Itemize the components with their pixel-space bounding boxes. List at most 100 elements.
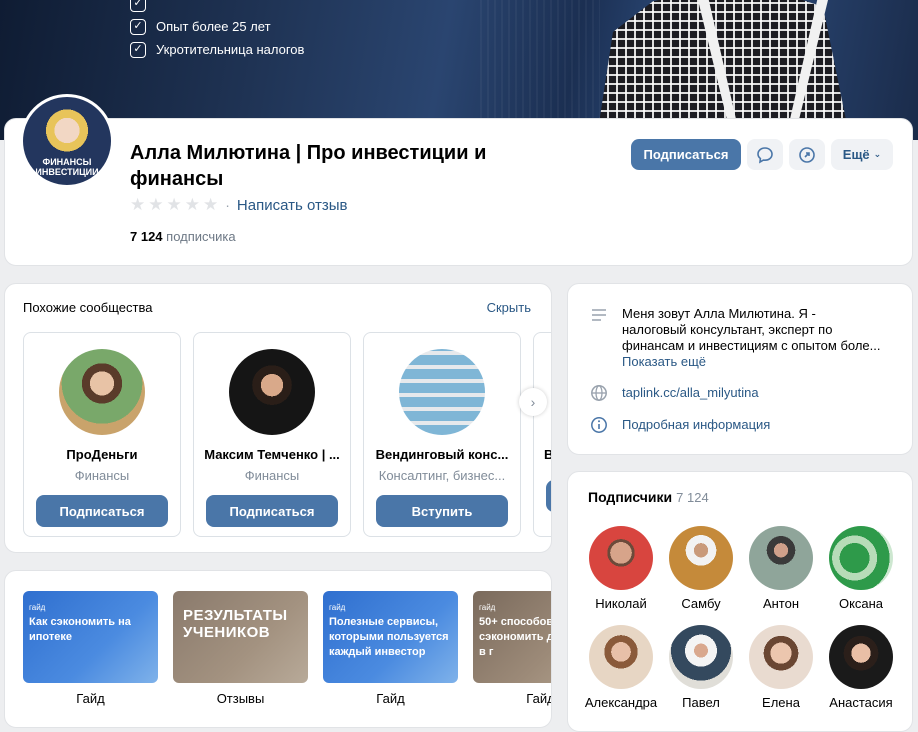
avatar[interactable] <box>749 526 813 590</box>
community-card[interactable]: Максим Темченко | ... Финансы Подписатьс… <box>193 332 351 537</box>
guide-label[interactable]: Гайд <box>23 691 158 706</box>
guide-label[interactable]: Гайд <box>323 691 458 706</box>
follower-item[interactable]: Николай <box>581 526 661 611</box>
follower-name[interactable]: Оксана <box>821 596 901 611</box>
follower-name[interactable]: Александра <box>581 695 661 710</box>
follower-name[interactable]: Елена <box>741 695 821 710</box>
followers-block: Подписчики 7 124 Николай Самбу Антон Окса… <box>567 471 913 732</box>
guide-tag: гайд <box>479 603 496 612</box>
star-icon[interactable]: ★ <box>148 196 163 214</box>
write-review-link[interactable]: Написать отзыв <box>237 197 348 214</box>
rating-row: ★ ★ ★ ★ ★ · Написать отзыв <box>130 196 347 214</box>
avatar[interactable] <box>829 526 893 590</box>
join-button[interactable]: Вступить <box>376 495 508 527</box>
website-link[interactable]: taplink.cc/alla_milyutina <box>622 384 759 402</box>
follower-item[interactable]: Александра <box>581 625 661 710</box>
page-title: Алла Милютина | Про инвестиции и финансы <box>130 142 487 190</box>
check-icon: ✓ <box>130 0 146 12</box>
avatar[interactable] <box>669 526 733 590</box>
follower-name[interactable]: Анастасия <box>821 695 901 710</box>
guide-tag: гайд <box>329 603 346 612</box>
info-icon <box>590 416 608 434</box>
subscribe-button[interactable]: Подписаться <box>36 495 168 527</box>
show-more-link[interactable]: Показать ещё <box>622 354 706 369</box>
guide-item[interactable]: гайд Как сэкономить на ипотеке Гайд <box>23 591 158 706</box>
community-card[interactable]: Вендинговый конс... Консалтинг, бизнес..… <box>363 332 521 537</box>
details-link[interactable]: Подробная информация <box>622 416 770 434</box>
description-text: Меня зовут Алла Милютина. Я - налоговый … <box>622 306 881 353</box>
community-name[interactable]: Максим Темченко | ... <box>194 447 350 462</box>
separator-dot: · <box>225 197 230 213</box>
similar-title: Похожие сообщества <box>23 300 153 315</box>
guide-item[interactable]: РЕЗУЛЬТАТЫ УЧЕНИКОВ Отзывы <box>173 591 308 706</box>
follower-name[interactable]: Антон <box>741 596 821 611</box>
check-icon: ✓ <box>130 41 146 58</box>
community-card[interactable]: В <box>533 332 551 537</box>
avatar[interactable] <box>829 625 893 689</box>
cover-bullet: ✓ <box>130 0 304 15</box>
guide-cover[interactable]: РЕЗУЛЬТАТЫ УЧЕНИКОВ <box>173 591 308 683</box>
subscribe-button[interactable] <box>546 480 551 512</box>
community-avatar[interactable] <box>229 349 315 435</box>
message-button[interactable] <box>747 139 783 170</box>
guide-item[interactable]: гайд 50+ способов сэкономить до 100 000 … <box>473 591 551 706</box>
community-category: Финансы <box>244 468 300 483</box>
guide-text: Полезные сервисы, которыми пользуется ка… <box>329 616 449 658</box>
subscribe-button[interactable]: Подписаться <box>631 139 741 170</box>
subscribe-button[interactable]: Подписаться <box>206 495 338 527</box>
guide-cover[interactable]: гайд Как сэкономить на ипотеке <box>23 591 158 683</box>
follower-item[interactable]: Елена <box>741 625 821 710</box>
star-icon[interactable]: ★ <box>185 196 200 214</box>
community-avatar[interactable]: ФИНАНСЫ ИНВЕСТИЦИИ <box>20 94 114 188</box>
subscribers-word: подписчика <box>166 229 236 244</box>
community-avatar[interactable] <box>399 349 485 435</box>
guide-text: РЕЗУЛЬТАТЫ УЧЕНИКОВ <box>183 607 288 641</box>
more-button[interactable]: Ещё ⌄ <box>831 139 893 170</box>
guide-item[interactable]: гайд Полезные сервисы, которыми пользует… <box>323 591 458 706</box>
share-button[interactable] <box>789 139 825 170</box>
hide-link[interactable]: Скрыть <box>487 300 531 315</box>
about-description-row: Меня зовут Алла Милютина. Я - налоговый … <box>590 306 882 370</box>
about-block: Меня зовут Алла Милютина. Я - налоговый … <box>567 283 913 455</box>
follower-name[interactable]: Павел <box>661 695 741 710</box>
chevron-right-icon[interactable]: › <box>519 388 547 416</box>
follower-item[interactable]: Самбу <box>661 526 741 611</box>
more-button-label: Ещё <box>842 147 870 162</box>
guide-text: Как сэкономить на ипотеке <box>29 616 131 643</box>
cover-bullet-text: Опыт более 25 лет <box>156 19 271 34</box>
followers-title[interactable]: Подписчики 7 124 <box>588 489 709 505</box>
community-card[interactable]: ПроДеньги Финансы Подписаться <box>23 332 181 537</box>
star-icon[interactable]: ★ <box>203 196 218 214</box>
follower-item[interactable]: Павел <box>661 625 741 710</box>
subscribers-count[interactable]: 7 124 подписчика <box>130 229 236 244</box>
text-lines-icon <box>590 306 608 324</box>
avatar[interactable] <box>589 526 653 590</box>
followers-count: 7 124 <box>676 490 709 505</box>
about-description: Меня зовут Алла Милютина. Я - налоговый … <box>622 306 882 370</box>
message-icon <box>757 146 773 163</box>
follower-item[interactable]: Оксана <box>821 526 901 611</box>
guide-label[interactable]: Гайд <box>473 691 551 706</box>
community-avatar[interactable] <box>59 349 145 435</box>
community-name[interactable]: В <box>534 447 551 462</box>
cover-person <box>598 0 848 130</box>
globe-icon <box>590 384 608 402</box>
avatar[interactable] <box>589 625 653 689</box>
follower-item[interactable]: Антон <box>741 526 821 611</box>
share-icon <box>799 146 815 163</box>
star-icon[interactable]: ★ <box>130 196 145 214</box>
guide-label[interactable]: Отзывы <box>173 691 308 706</box>
cover-bullet-text: Укротительница налогов <box>156 42 305 57</box>
star-icon[interactable]: ★ <box>167 196 182 214</box>
guide-cover[interactable]: гайд 50+ способов сэкономить до 100 000 … <box>473 591 551 683</box>
guides-block: гайд Как сэкономить на ипотеке Гайд РЕЗУ… <box>4 570 552 728</box>
avatar[interactable] <box>749 625 813 689</box>
chevron-down-icon: ⌄ <box>873 149 882 159</box>
guide-cover[interactable]: гайд Полезные сервисы, которыми пользует… <box>323 591 458 683</box>
follower-name[interactable]: Самбу <box>661 596 741 611</box>
follower-name[interactable]: Николай <box>581 596 661 611</box>
follower-item[interactable]: Анастасия <box>821 625 901 710</box>
community-name[interactable]: ПроДеньги <box>24 447 180 462</box>
community-name[interactable]: Вендинговый конс... <box>364 447 520 462</box>
avatar[interactable] <box>669 625 733 689</box>
